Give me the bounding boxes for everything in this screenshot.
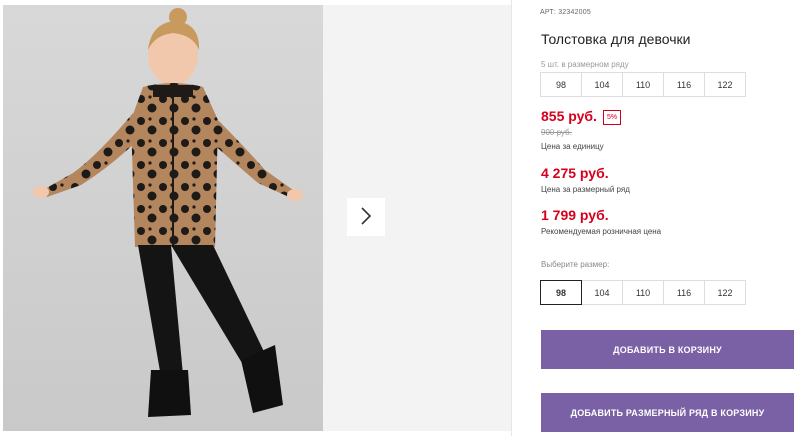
retail-price: 1 799 руб. bbox=[541, 207, 609, 223]
unit-price: 855 руб. bbox=[541, 108, 597, 124]
size-option-122[interactable]: 122 bbox=[704, 280, 746, 305]
article-label: АРТ: bbox=[540, 9, 557, 16]
product-gallery bbox=[0, 0, 512, 436]
retail-price-label: Рекомендуемая розничная цена bbox=[541, 227, 662, 236]
size-selector: 98 104 110 116 122 bbox=[540, 280, 746, 305]
product-title: Толстовка для девочки bbox=[541, 31, 691, 47]
pack-size-list: 98 104 110 116 122 bbox=[540, 72, 746, 97]
pack-size-item: 122 bbox=[704, 72, 746, 97]
add-to-cart-button[interactable]: ДОБАВИТЬ В КОРЗИНУ bbox=[541, 330, 794, 369]
pack-size-item: 98 bbox=[540, 72, 582, 97]
size-option-116[interactable]: 116 bbox=[663, 280, 705, 305]
size-option-104[interactable]: 104 bbox=[581, 280, 623, 305]
add-pack-to-cart-button[interactable]: ДОБАВИТЬ РАЗМЕРНЫЙ РЯД В КОРЗИНУ bbox=[541, 393, 794, 432]
pack-size-item: 104 bbox=[581, 72, 623, 97]
unit-price-label: Цена за единицу bbox=[541, 142, 604, 151]
pack-hint: 5 шт. в размерном ряду bbox=[541, 60, 629, 69]
product-info: АРТ: 32342005 Толстовка для девочки 5 шт… bbox=[540, 0, 800, 436]
size-option-110[interactable]: 110 bbox=[622, 280, 664, 305]
old-price: 900 руб. bbox=[541, 128, 572, 137]
product-photo bbox=[3, 5, 323, 431]
size-option-98[interactable]: 98 bbox=[540, 280, 582, 305]
choose-size-label: Выберите размер: bbox=[541, 260, 610, 269]
pack-price: 4 275 руб. bbox=[541, 165, 609, 181]
chevron-right-icon bbox=[360, 206, 372, 228]
pack-size-item: 116 bbox=[663, 72, 705, 97]
gallery-next-button[interactable] bbox=[347, 198, 385, 236]
pack-price-label: Цена за размерный ряд bbox=[541, 185, 630, 194]
discount-badge: 5% bbox=[603, 110, 621, 125]
pack-size-item: 110 bbox=[622, 72, 664, 97]
article-number: АРТ: 32342005 bbox=[540, 9, 591, 16]
product-photo-illustration bbox=[33, 8, 303, 417]
article-value: 32342005 bbox=[558, 9, 591, 16]
